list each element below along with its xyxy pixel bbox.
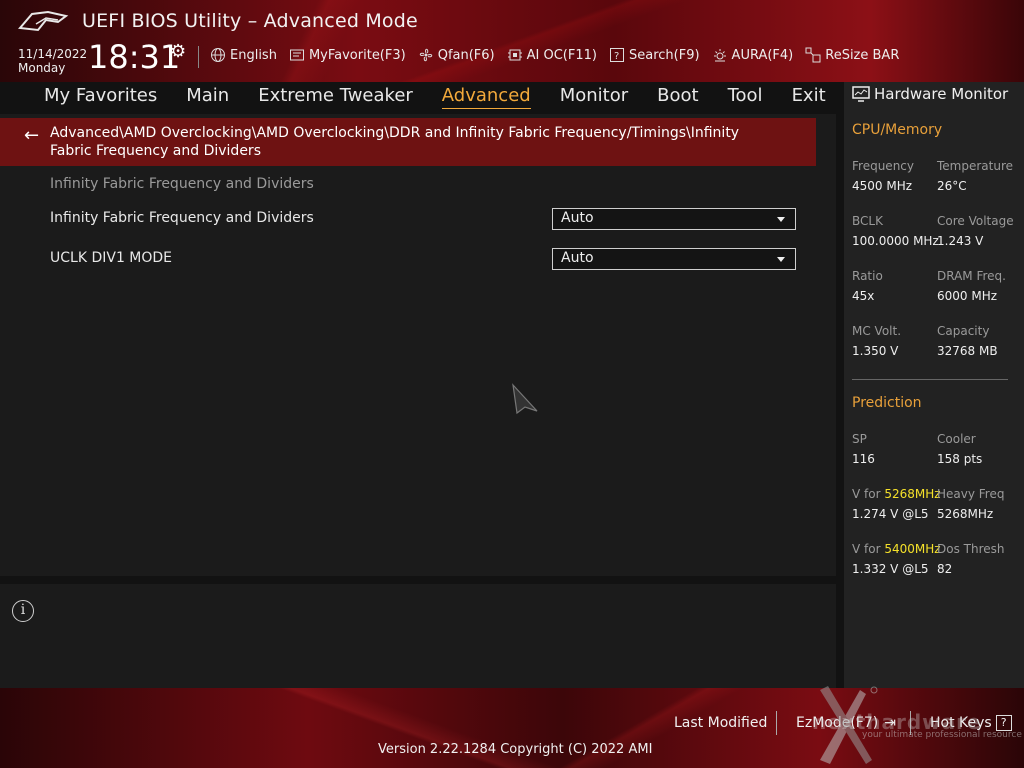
cooler-label: Cooler xyxy=(937,432,976,446)
mc-volt-label: MC Volt. xyxy=(852,324,902,338)
dos-thresh-label: Dos Thresh xyxy=(937,542,1005,556)
info-icon: i xyxy=(12,600,34,622)
sp-label: SP xyxy=(852,432,867,446)
rog-logo-icon xyxy=(18,10,69,32)
cpu-memory-heading: CPU/Memory xyxy=(852,122,943,138)
temperature-label: Temperature xyxy=(937,159,1014,173)
last-modified-button[interactable]: Last Modified xyxy=(674,715,767,731)
favorite-icon xyxy=(289,49,304,61)
hardware-monitor-label: Hardware Monitor xyxy=(874,85,1009,103)
cooler-value: 158 pts xyxy=(937,452,983,466)
myfavorite-label: MyFavorite(F3) xyxy=(308,47,406,63)
toolbar-divider xyxy=(198,46,199,68)
if-frequency-value: Auto xyxy=(561,210,594,226)
temperature-value: 26°C xyxy=(937,179,967,193)
back-arrow-icon[interactable]: ← xyxy=(24,125,39,146)
capacity-value: 32768 MB xyxy=(937,344,998,358)
myfavorite-button[interactable]: MyFavorite(F3) xyxy=(289,47,406,63)
time-display: 18:31 xyxy=(88,38,181,76)
v-for-prefix: V for xyxy=(852,487,885,501)
mc-volt-value: 1.350 V xyxy=(852,344,899,358)
gear-icon[interactable]: ⚙ xyxy=(170,41,186,62)
search-icon: ? xyxy=(609,48,624,62)
tab-monitor[interactable]: Monitor xyxy=(560,85,628,109)
breadcrumb-path: Advanced\AMD Overclocking\AMD Overclocki… xyxy=(50,125,740,159)
tab-exit[interactable]: Exit xyxy=(792,85,826,109)
heavy-freq-label: Heavy Freq xyxy=(937,487,1005,501)
dram-freq-label: DRAM Freq. xyxy=(937,269,1006,283)
v-for-freq1-value: 1.274 V @L5 xyxy=(852,507,929,521)
aura-icon xyxy=(713,49,726,62)
frequency-label: Frequency xyxy=(852,159,914,173)
qfan-label: Qfan(F6) xyxy=(437,47,495,63)
if-frequency-select[interactable]: Auto xyxy=(552,208,796,230)
globe-icon xyxy=(211,48,225,62)
version-text: Version 2.22.1284 Copyright (C) 2022 AMI xyxy=(378,742,653,757)
v-for-freq2: 5400MHz xyxy=(884,542,941,556)
dos-thresh-value: 82 xyxy=(937,562,953,576)
ratio-label: Ratio xyxy=(852,269,883,283)
hw-divider xyxy=(852,379,1008,380)
v-for-freq2-value: 1.332 V @L5 xyxy=(852,562,929,576)
section-label: Infinity Fabric Frequency and Dividers xyxy=(50,176,314,192)
v-for-freq1-label: V for 5268MHz xyxy=(852,487,941,501)
bclk-value: 100.0000 MHz xyxy=(852,234,939,248)
language-label: English xyxy=(230,47,277,63)
capacity-label: Capacity xyxy=(937,324,990,338)
date-display: 11/14/2022 Monday xyxy=(18,47,87,75)
v-for-freq1: 5268MHz xyxy=(884,487,941,501)
footer-divider xyxy=(776,711,777,735)
tab-boot[interactable]: Boot xyxy=(657,85,698,109)
caret-down-icon xyxy=(777,217,785,222)
prediction-heading: Prediction xyxy=(852,395,922,411)
sp-value: 116 xyxy=(852,452,875,466)
tab-tool[interactable]: Tool xyxy=(728,85,763,109)
fan-icon xyxy=(419,48,432,62)
tab-my-favorites[interactable]: My Favorites xyxy=(44,85,157,109)
date-text: 11/14/2022 xyxy=(18,47,88,61)
app-title: UEFI BIOS Utility – Advanced Mode xyxy=(82,10,418,32)
mouse-cursor-icon xyxy=(512,383,538,415)
qfan-button[interactable]: Qfan(F6) xyxy=(418,47,495,63)
caret-down-icon xyxy=(777,257,785,262)
hardware-monitor-title: Hardware Monitor xyxy=(852,85,1008,103)
monitor-icon xyxy=(852,86,870,102)
v-for-freq2-label: V for 5400MHz xyxy=(852,542,941,556)
ai-oc-button[interactable]: AI OC(F11) xyxy=(507,47,597,63)
tab-main[interactable]: Main xyxy=(186,85,229,109)
setting-label-uclk-div1[interactable]: UCLK DIV1 MODE xyxy=(50,250,172,266)
dram-freq-value: 6000 MHz xyxy=(937,289,998,303)
svg-text:?: ? xyxy=(614,51,619,62)
setting-label-if-frequency[interactable]: Infinity Fabric Frequency and Dividers xyxy=(50,210,314,226)
aura-label: AURA(F4) xyxy=(731,47,794,63)
toolbar: English MyFavorite(F3) Qfan(F6) AI OC(F1… xyxy=(210,47,899,63)
core-voltage-value: 1.243 V xyxy=(937,234,984,248)
ai-oc-icon xyxy=(507,49,522,61)
frequency-value: 4500 MHz xyxy=(852,179,913,193)
ai-oc-label: AI OC(F11) xyxy=(526,47,597,63)
search-label: Search(F9) xyxy=(628,47,700,63)
v-for-prefix: V for xyxy=(852,542,885,556)
help-panel xyxy=(0,584,836,688)
day-text: Monday xyxy=(18,61,66,75)
core-voltage-label: Core Voltage xyxy=(937,214,1014,228)
main-nav: My Favorites Main Extreme Tweaker Advanc… xyxy=(44,85,855,109)
uclk-div1-value: Auto xyxy=(561,250,594,266)
uclk-div1-select[interactable]: Auto xyxy=(552,248,796,270)
search-button[interactable]: ? Search(F9) xyxy=(609,47,700,63)
resize-bar-label: ReSize BAR xyxy=(825,47,900,63)
aura-button[interactable]: AURA(F4) xyxy=(712,47,794,63)
watermark-tagline: your ultimate professional resource xyxy=(862,730,1022,740)
tab-extreme-tweaker[interactable]: Extreme Tweaker xyxy=(258,85,413,109)
resize-bar-button[interactable]: ReSize BAR xyxy=(805,47,899,63)
breadcrumb: ← Advanced\AMD Overclocking\AMD Overcloc… xyxy=(0,118,816,166)
heavy-freq-value: 5268MHz xyxy=(937,507,994,521)
ratio-value: 45x xyxy=(852,289,875,303)
resize-bar-icon xyxy=(805,47,821,63)
tab-advanced[interactable]: Advanced xyxy=(441,85,531,109)
bclk-label: BCLK xyxy=(852,214,883,228)
language-button[interactable]: English xyxy=(210,47,277,63)
